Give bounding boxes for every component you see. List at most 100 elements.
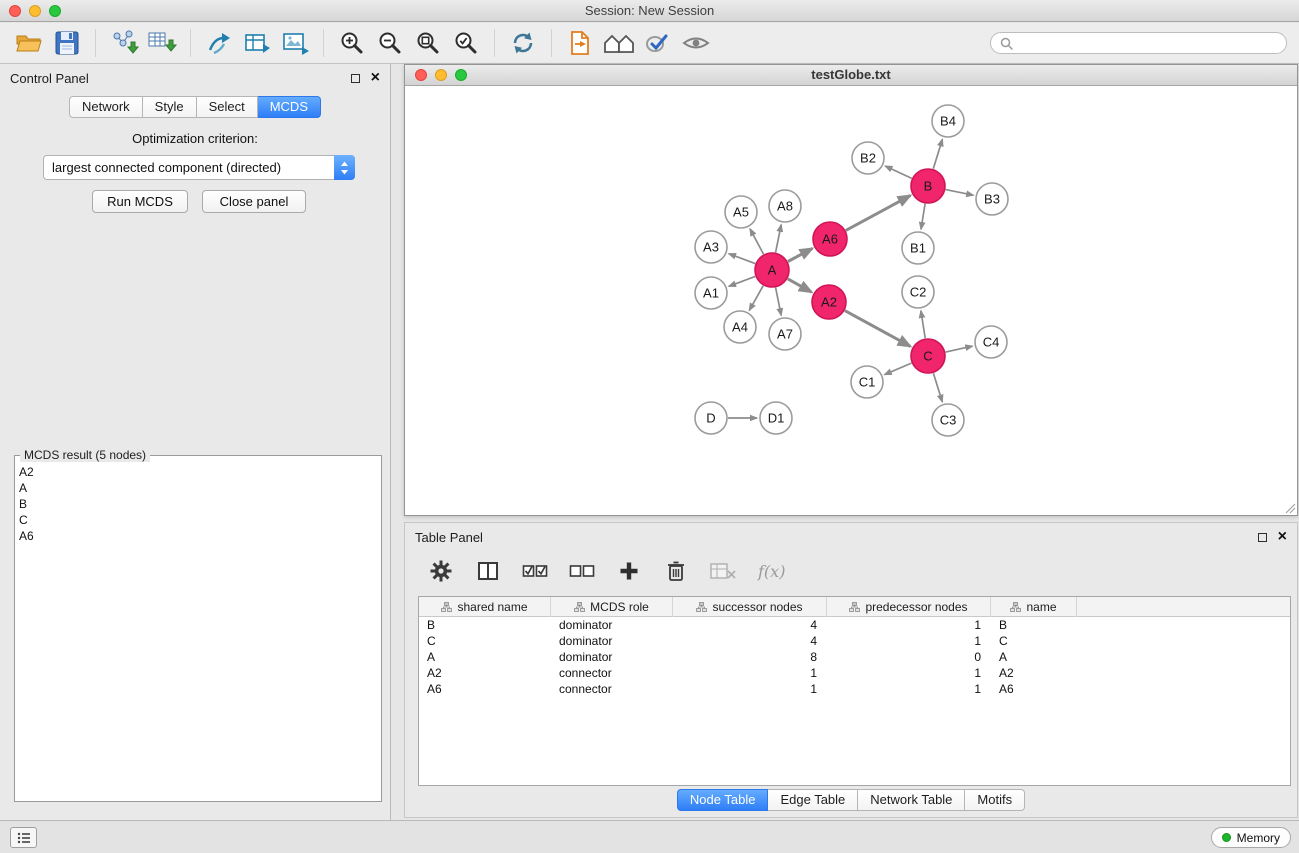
task-history-button[interactable]	[10, 827, 37, 848]
table-row[interactable]: Bdominator41B	[419, 617, 1290, 633]
edge-B-B4[interactable]	[933, 139, 942, 169]
column-header-name[interactable]: name	[991, 597, 1077, 617]
node-A7[interactable]: A7	[769, 318, 801, 350]
edge-B-B1[interactable]	[921, 204, 925, 229]
result-item[interactable]: A	[19, 480, 377, 496]
memory-button[interactable]: Memory	[1211, 827, 1291, 848]
close-table-panel-icon[interactable]: ×	[1278, 532, 1287, 542]
tab-edge-table[interactable]: Edge Table	[768, 789, 858, 811]
edge-A-A1[interactable]	[729, 276, 755, 286]
zoom-selected-icon[interactable]	[450, 26, 482, 60]
apply-layout-icon[interactable]	[507, 26, 539, 60]
zoom-view-icon[interactable]	[455, 69, 467, 81]
tab-mcds[interactable]: MCDS	[258, 96, 321, 118]
column-header-MCDS-role[interactable]: MCDS role	[551, 597, 673, 617]
delete-column-icon[interactable]	[660, 554, 692, 588]
column-header-successor-nodes[interactable]: successor nodes	[673, 597, 827, 617]
edge-A-A4[interactable]	[749, 286, 763, 311]
home-icon[interactable]	[602, 26, 636, 60]
run-mcds-button[interactable]: Run MCDS	[92, 190, 188, 213]
edge-C-C1[interactable]	[885, 363, 912, 375]
node-A5[interactable]: A5	[725, 196, 757, 228]
tab-style[interactable]: Style	[143, 96, 197, 118]
node-B1[interactable]: B1	[902, 232, 934, 264]
network-from-table-icon[interactable]	[241, 26, 273, 60]
zoom-in-icon[interactable]	[336, 26, 368, 60]
result-item[interactable]: A6	[19, 528, 377, 544]
show-columns-icon[interactable]	[472, 554, 504, 588]
edge-B-B2[interactable]	[885, 166, 912, 178]
import-network-icon[interactable]	[108, 26, 140, 60]
optimization-criterion-select[interactable]: largest connected component (directed)	[43, 155, 355, 180]
node-A4[interactable]: A4	[724, 311, 756, 343]
node-C[interactable]: C	[911, 339, 945, 373]
result-item[interactable]: A2	[19, 464, 377, 480]
node-D[interactable]: D	[695, 402, 727, 434]
edge-A-A8[interactable]	[776, 225, 782, 253]
edge-A2-C[interactable]	[845, 311, 911, 347]
column-header-predecessor-nodes[interactable]: predecessor nodes	[827, 597, 991, 617]
tab-motifs[interactable]: Motifs	[965, 789, 1025, 811]
table-row[interactable]: Cdominator41C	[419, 633, 1290, 649]
node-B2[interactable]: B2	[852, 142, 884, 174]
select-all-icon[interactable]	[519, 554, 551, 588]
node-A6[interactable]: A6	[813, 222, 847, 256]
edge-A-A7[interactable]	[776, 288, 782, 316]
tab-node-table[interactable]: Node Table	[677, 789, 769, 811]
import-table-icon[interactable]	[146, 26, 178, 60]
edge-C-C4[interactable]	[946, 346, 973, 352]
node-C2[interactable]: C2	[902, 276, 934, 308]
open-file-icon[interactable]	[13, 26, 45, 60]
network-graph[interactable]: B4B2BB3A5A8A6A3B1AC2A1A2A4A7C4CC1DD1C3	[405, 86, 1297, 515]
add-column-icon[interactable]	[613, 554, 645, 588]
edge-A-A5[interactable]	[750, 229, 764, 254]
close-panel-icon[interactable]: ×	[371, 73, 380, 83]
close-panel-button[interactable]: Close panel	[202, 190, 306, 213]
node-B3[interactable]: B3	[976, 183, 1008, 215]
edge-A6-B[interactable]	[846, 196, 911, 231]
close-view-icon[interactable]	[415, 69, 427, 81]
node-A[interactable]: A	[755, 253, 789, 287]
column-header-shared-name[interactable]: shared name	[419, 597, 551, 617]
delete-table-icon[interactable]	[707, 554, 739, 588]
node-B4[interactable]: B4	[932, 105, 964, 137]
node-A8[interactable]: A8	[769, 190, 801, 222]
search-input[interactable]	[1019, 36, 1277, 50]
node-A1[interactable]: A1	[695, 277, 727, 309]
node-A3[interactable]: A3	[695, 231, 727, 263]
table-row[interactable]: A2connector11A2	[419, 665, 1290, 681]
open-document-icon[interactable]	[564, 26, 596, 60]
edge-C-C3[interactable]	[933, 373, 942, 402]
minimize-view-icon[interactable]	[435, 69, 447, 81]
export-image-icon[interactable]	[279, 26, 311, 60]
tab-select[interactable]: Select	[197, 96, 258, 118]
search-box[interactable]	[990, 32, 1287, 54]
tab-network[interactable]: Network	[69, 96, 143, 118]
edge-A-A2[interactable]	[788, 279, 812, 292]
zoom-fit-icon[interactable]	[412, 26, 444, 60]
float-panel-icon[interactable]	[351, 74, 360, 83]
network-canvas[interactable]: B4B2BB3A5A8A6A3B1AC2A1A2A4A7C4CC1DD1C3	[405, 86, 1297, 515]
node-C1[interactable]: C1	[851, 366, 883, 398]
edge-A-A6[interactable]	[788, 248, 813, 261]
table-row[interactable]: A6connector11A6	[419, 681, 1290, 697]
deselect-all-icon[interactable]	[566, 554, 598, 588]
node-C3[interactable]: C3	[932, 404, 964, 436]
result-item[interactable]: B	[19, 496, 377, 512]
node-C4[interactable]: C4	[975, 326, 1007, 358]
float-table-panel-icon[interactable]	[1258, 533, 1267, 542]
zoom-out-icon[interactable]	[374, 26, 406, 60]
save-session-icon[interactable]	[51, 26, 83, 60]
node-D1[interactable]: D1	[760, 402, 792, 434]
show-hide-icon[interactable]	[680, 26, 712, 60]
edge-C-C2[interactable]	[921, 311, 925, 338]
function-builder-icon[interactable]: f(x)	[754, 562, 785, 581]
edge-B-B3[interactable]	[946, 190, 974, 196]
tab-network-table[interactable]: Network Table	[858, 789, 965, 811]
result-item[interactable]: C	[19, 512, 377, 528]
edge-A-A3[interactable]	[729, 254, 755, 264]
table-row[interactable]: Adominator80A	[419, 649, 1290, 665]
check-icon[interactable]	[642, 26, 674, 60]
table-settings-gear-icon[interactable]	[425, 554, 457, 588]
clone-network-icon[interactable]	[203, 26, 235, 60]
